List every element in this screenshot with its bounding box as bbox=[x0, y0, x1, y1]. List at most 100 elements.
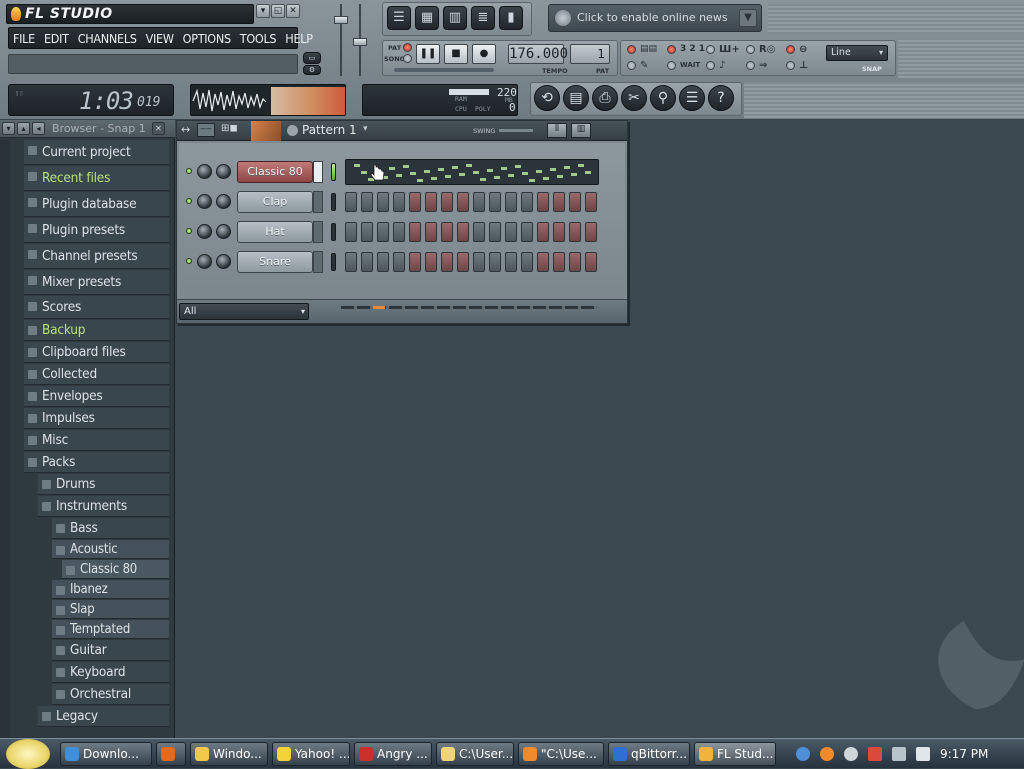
mixer-icon[interactable]: ▮ bbox=[499, 6, 523, 30]
song-mode-led[interactable] bbox=[403, 54, 412, 63]
browser-item[interactable]: Plugin database bbox=[24, 192, 169, 217]
graph-editor-icon[interactable]: ⦀ bbox=[547, 123, 567, 138]
start-button[interactable] bbox=[6, 739, 50, 769]
close-button[interactable]: ✕ bbox=[286, 4, 300, 18]
browser-item[interactable]: Recent files bbox=[24, 166, 169, 191]
browser-item[interactable]: Backup bbox=[24, 320, 169, 341]
taskbar-button[interactable]: "C:\Use... bbox=[518, 742, 604, 766]
clock[interactable]: 9:17 PM bbox=[940, 747, 988, 761]
menu-help[interactable]: HELP bbox=[285, 31, 313, 46]
step-button[interactable] bbox=[441, 252, 453, 272]
taskbar-button[interactable]: Downlo... bbox=[60, 742, 152, 766]
wait-label-icon[interactable]: WAIT bbox=[680, 61, 700, 69]
pat-mode-led[interactable] bbox=[403, 43, 412, 52]
browser-item[interactable]: Drums bbox=[38, 474, 169, 495]
channel-select-led[interactable] bbox=[331, 223, 336, 241]
step-button[interactable] bbox=[441, 192, 453, 212]
master-volume-slider[interactable] bbox=[333, 4, 349, 76]
browser-item[interactable]: Acoustic bbox=[52, 540, 169, 559]
oscilloscope[interactable] bbox=[190, 84, 346, 116]
step-button[interactable] bbox=[473, 252, 485, 272]
move-icon[interactable]: ↔ bbox=[181, 123, 190, 136]
step-button[interactable] bbox=[521, 252, 533, 272]
menu-view[interactable]: VIEW bbox=[146, 31, 174, 46]
search-icon[interactable]: ⚲ bbox=[650, 85, 676, 111]
browser-item[interactable]: Envelopes bbox=[24, 386, 169, 407]
browser-item[interactable]: Bass bbox=[52, 518, 169, 539]
tempo-display[interactable]: 176.000 bbox=[508, 44, 568, 64]
link-icon[interactable]: ⊖ bbox=[799, 44, 807, 55]
browser-item[interactable]: Temptated bbox=[52, 620, 169, 639]
browser-item[interactable]: Clipboard files bbox=[24, 342, 169, 363]
step-button[interactable] bbox=[441, 222, 453, 242]
channel-mute-led[interactable] bbox=[186, 258, 192, 264]
step-button[interactable] bbox=[361, 192, 373, 212]
multilink-led[interactable] bbox=[786, 45, 795, 54]
record-button[interactable]: ● bbox=[472, 44, 496, 64]
restore-button[interactable]: ◱ bbox=[271, 4, 285, 18]
song-position-slider[interactable] bbox=[394, 68, 494, 72]
browser-item[interactable]: Orchestral bbox=[52, 684, 169, 705]
step-button[interactable] bbox=[473, 222, 485, 242]
step-button[interactable] bbox=[393, 222, 405, 242]
step-button[interactable] bbox=[393, 252, 405, 272]
step-button[interactable] bbox=[569, 192, 581, 212]
step-button[interactable] bbox=[425, 222, 437, 242]
qbittorrent-tray-icon[interactable] bbox=[796, 747, 810, 761]
step-button[interactable] bbox=[345, 192, 357, 212]
master-pitch-slider[interactable] bbox=[352, 4, 368, 76]
step-button[interactable] bbox=[505, 192, 517, 212]
pattern-number-display[interactable]: 1 bbox=[570, 44, 610, 64]
channel-mute-led[interactable] bbox=[186, 168, 192, 174]
step-button[interactable] bbox=[409, 222, 421, 242]
step-button[interactable] bbox=[425, 252, 437, 272]
step-button[interactable] bbox=[377, 252, 389, 272]
channel-mute-led[interactable] bbox=[186, 198, 192, 204]
stop-button[interactable]: ■ bbox=[444, 44, 468, 64]
channel-pan-knob[interactable] bbox=[197, 194, 212, 209]
channel-filter-select[interactable]: All ▾ bbox=[179, 303, 309, 320]
step-sequencer-icon[interactable]: ▦ bbox=[415, 6, 439, 30]
taskbar-button[interactable]: C:\User... bbox=[436, 742, 514, 766]
step-button[interactable] bbox=[569, 222, 581, 242]
step-sequencer-header[interactable]: ↔ ‒‒ ⊞◼ Pattern 1 ▾ SWING ⦀ ▥ bbox=[177, 121, 627, 141]
step-button[interactable] bbox=[553, 252, 565, 272]
security-tray-icon[interactable] bbox=[868, 747, 882, 761]
step-button[interactable] bbox=[489, 222, 501, 242]
channel-mixer-track[interactable] bbox=[313, 251, 323, 273]
step-button[interactable] bbox=[537, 252, 549, 272]
step-button[interactable] bbox=[345, 252, 357, 272]
browser-up-icon[interactable]: ▴ bbox=[17, 122, 30, 135]
browser-item[interactable]: Mixer presets bbox=[24, 270, 169, 295]
channel-button[interactable]: Clap bbox=[237, 191, 313, 213]
step-button[interactable] bbox=[473, 192, 485, 212]
search-tray-icon[interactable] bbox=[820, 747, 834, 761]
channel-volume-knob[interactable] bbox=[216, 254, 231, 269]
step-button[interactable] bbox=[585, 192, 597, 212]
metronome-icon[interactable]: ▤▤ bbox=[640, 44, 657, 54]
step-button[interactable] bbox=[361, 222, 373, 242]
channel-mixer-track[interactable] bbox=[313, 191, 323, 213]
notes-icon[interactable]: ☰ bbox=[679, 85, 705, 111]
browser-item[interactable]: Collected bbox=[24, 364, 169, 385]
rack-options-icon[interactable]: ⊞◼ bbox=[221, 123, 238, 134]
joystick-icon[interactable]: ⊥ bbox=[799, 60, 808, 71]
browser-item[interactable]: Misc bbox=[24, 430, 169, 451]
tray-icon-3[interactable] bbox=[844, 747, 858, 761]
channel-button[interactable]: Classic 80 bbox=[237, 161, 313, 183]
loop-icon[interactable]: ⇒ bbox=[759, 60, 767, 71]
save-icon[interactable]: ▤ bbox=[563, 85, 589, 111]
browser-menu-icon[interactable]: ▾ bbox=[2, 122, 15, 135]
snap-select[interactable]: Line ▾ bbox=[826, 45, 888, 61]
channel-volume-knob[interactable] bbox=[216, 224, 231, 239]
channel-select-led[interactable] bbox=[331, 253, 336, 271]
step-button[interactable] bbox=[553, 192, 565, 212]
browser-scrollbar[interactable] bbox=[0, 140, 10, 740]
taskbar-button[interactable]: Yahoo! ... bbox=[272, 742, 350, 766]
step-button[interactable] bbox=[457, 252, 469, 272]
loop-led[interactable] bbox=[746, 61, 755, 70]
export-icon[interactable]: ⎙ bbox=[592, 85, 618, 111]
blend-led[interactable] bbox=[667, 61, 676, 70]
step-button[interactable] bbox=[425, 192, 437, 212]
playlist-icon[interactable]: ☰ bbox=[387, 6, 411, 30]
